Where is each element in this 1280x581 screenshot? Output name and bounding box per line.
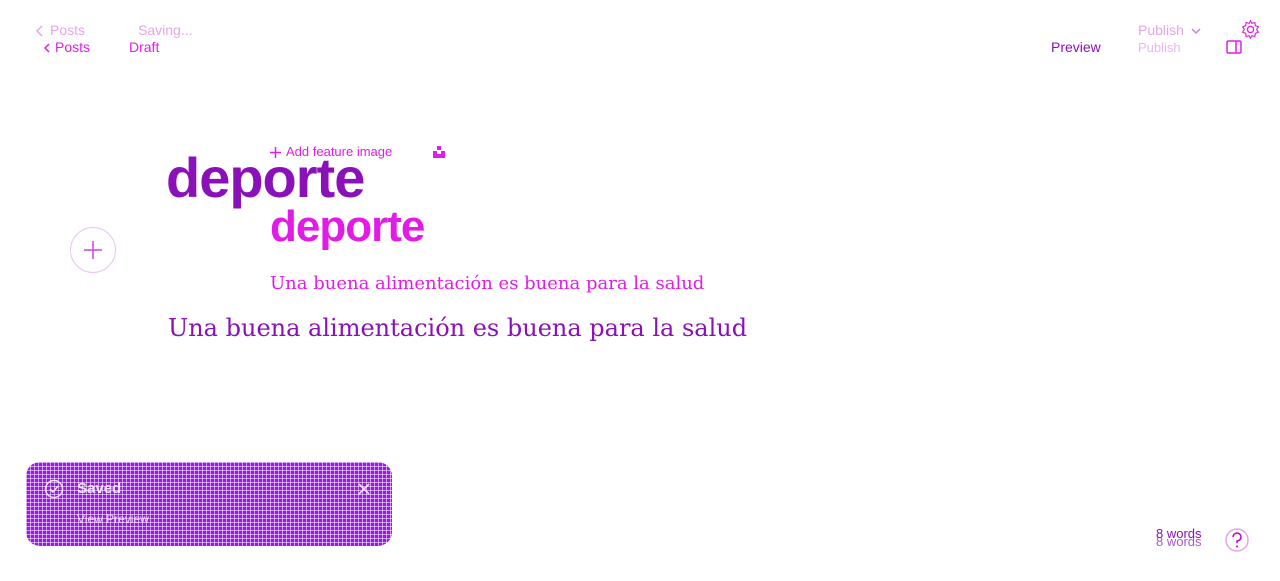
chevron-down-icon (1191, 28, 1201, 35)
post-excerpt[interactable]: Una buena alimentación es buena para la … (270, 273, 704, 294)
publish-ghost-label: Publish (1138, 40, 1181, 55)
back-label-ghost: Posts (50, 22, 86, 38)
word-count: 8 words 8 words (1156, 527, 1202, 548)
publish-label: Publish (1138, 22, 1184, 38)
back-to-posts-ghost[interactable]: Posts (36, 22, 85, 38)
publish-dropdown[interactable]: Publish (1138, 22, 1201, 38)
toast-title: Saved (77, 480, 122, 497)
unsplash-icon[interactable] (433, 146, 445, 158)
close-icon[interactable] (358, 483, 370, 495)
post-title-large[interactable]: deporte (166, 150, 365, 206)
help-icon[interactable] (1222, 525, 1250, 553)
chevron-left-icon (44, 43, 50, 53)
post-excerpt-large[interactable]: Una buena alimentación es buena para la … (168, 314, 747, 342)
chevron-left-icon (36, 25, 44, 37)
draft-status: Draft (129, 39, 160, 55)
view-preview-link[interactable]: View Preview (77, 512, 149, 526)
sidebar-toggle-icon[interactable] (1226, 40, 1242, 54)
plus-icon (83, 240, 103, 260)
preview-button[interactable]: Preview (1051, 39, 1101, 55)
back-to-posts-link[interactable]: Posts (44, 39, 90, 55)
saving-status: Saving... (138, 22, 193, 38)
gear-icon[interactable] (1240, 19, 1261, 40)
check-circle-icon (44, 479, 64, 499)
saved-toast: Saved View Preview (26, 462, 392, 546)
back-label: Posts (55, 39, 91, 55)
word-count-b: 8 words (1156, 534, 1202, 549)
post-title[interactable]: deporte (270, 205, 425, 249)
add-card-button[interactable] (70, 227, 116, 273)
